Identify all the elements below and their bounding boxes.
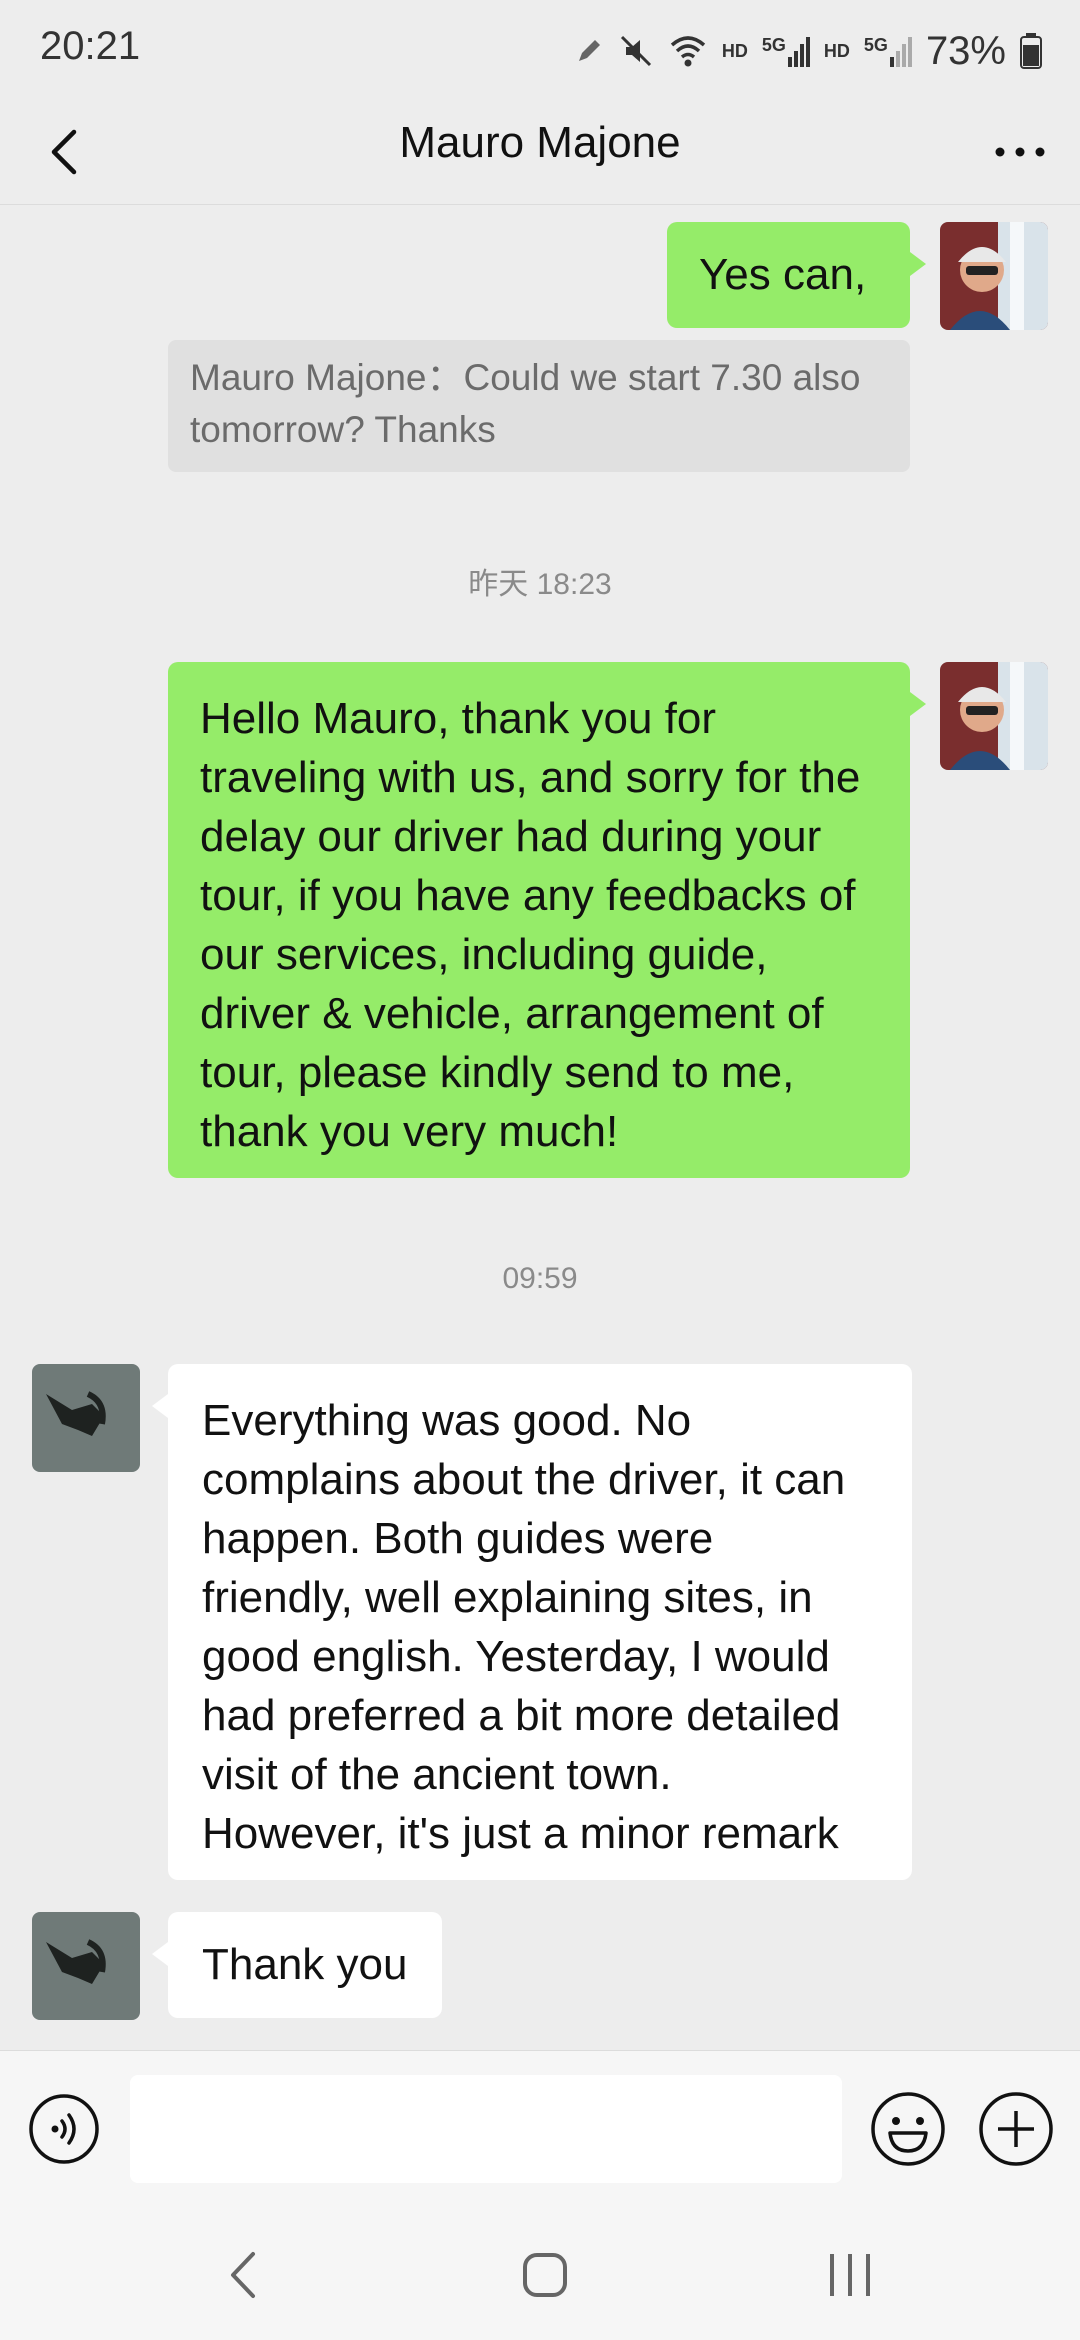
signal-2: 5G — [864, 35, 912, 67]
message-bubble-mine[interactable]: Hello Mauro, thank you for traveling wit… — [168, 662, 926, 1178]
input-bar — [0, 2050, 1080, 2201]
message-line: had preferred a bit more detailed — [202, 1691, 841, 1740]
timestamp: 昨天 18:23 — [468, 568, 612, 601]
nav-back-icon[interactable] — [205, 2240, 285, 2310]
chat-header: Mauro Majone — [0, 100, 1080, 205]
message-line: complains about the driver, it can — [202, 1455, 846, 1504]
message-bubble-mine[interactable]: Yes can, — [667, 222, 926, 328]
status-icons: HD 5G HD 5G 73% — [574, 26, 1042, 76]
contact-avatar[interactable] — [32, 1364, 140, 1472]
voice-icon[interactable] — [28, 2093, 100, 2165]
network-badge-1: 5G — [761, 35, 786, 55]
pencil-icon — [578, 40, 600, 61]
message-input[interactable] — [130, 2075, 842, 2183]
timestamp: 09:59 — [502, 1262, 578, 1295]
hd-badge-2: HD — [823, 40, 850, 61]
wifi-icon — [670, 36, 706, 67]
hd-badge-1: HD — [721, 40, 748, 61]
more-dots-icon[interactable] — [988, 120, 1052, 184]
message-text: Thank you — [202, 1940, 408, 1989]
message-line: tour, if you have any feedbacks of — [200, 871, 856, 920]
message-line: tour, please kindly send to me, — [200, 1048, 795, 1097]
system-nav-bar — [0, 2200, 1080, 2340]
message-line: happen. Both guides were — [202, 1514, 714, 1563]
message-bubble-other[interactable]: Thank you — [152, 1912, 442, 2018]
emoji-icon[interactable] — [870, 2091, 946, 2167]
battery-percent: 73% — [925, 28, 1006, 73]
network-badge-2: 5G — [863, 35, 888, 55]
status-bar: 20:21 HD 5G HD 5G 73% — [0, 0, 1080, 100]
message-line: driver & vehicle, arrangement of — [200, 989, 824, 1038]
message-line: Hello Mauro, thank you for — [200, 694, 717, 743]
message-line: visit of the ancient town. — [202, 1750, 672, 1799]
signal-bars-icon — [787, 37, 810, 67]
plus-icon[interactable] — [978, 2091, 1054, 2167]
message-line: friendly, well explaining sites, in — [202, 1573, 813, 1622]
message-line: traveling with us, and sorry for the — [200, 753, 861, 802]
message-text: Yes can, — [699, 250, 867, 299]
status-time: 20:21 — [40, 24, 141, 68]
signal-1: 5G — [762, 35, 810, 67]
signal-bars-weak-icon — [889, 37, 912, 67]
my-avatar[interactable] — [940, 662, 1048, 770]
message-line: our services, including guide, — [200, 930, 768, 979]
message-bubble-other[interactable]: Everything was good. No complains about … — [152, 1364, 912, 1880]
message-line: thank you very much! — [200, 1107, 619, 1156]
mute-icon — [620, 35, 651, 67]
battery-icon — [1020, 33, 1042, 69]
quoted-message[interactable]: Mauro Majone：Could we start 7.30 also to… — [168, 340, 910, 472]
message-line: Everything was good. No — [202, 1396, 692, 1445]
message-line: good english. Yesterday, I would — [202, 1632, 830, 1681]
nav-home-icon[interactable] — [505, 2240, 585, 2310]
message-line: However, it's just a minor remark — [202, 1809, 839, 1858]
contact-avatar[interactable] — [32, 1912, 140, 2020]
my-avatar[interactable] — [940, 222, 1048, 330]
message-line: delay our driver had during your — [200, 812, 822, 861]
nav-recents-icon[interactable] — [810, 2240, 890, 2310]
chat-title: Mauro Majone — [399, 118, 681, 167]
